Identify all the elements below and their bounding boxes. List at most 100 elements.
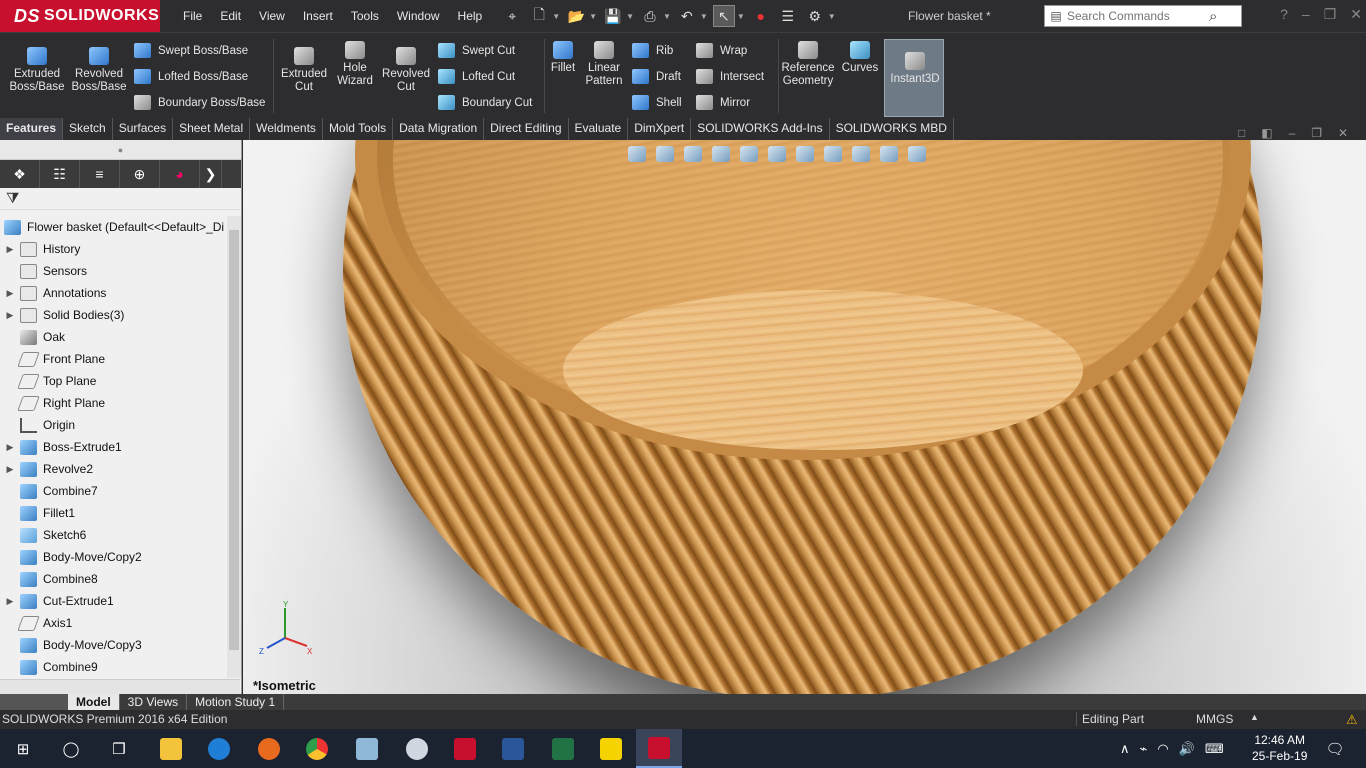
extruded-cut-button[interactable]: Extruded Cut [278,47,330,94]
restore-icon[interactable]: ❐ [1324,6,1337,23]
tree-item[interactable]: Axis1 [0,612,226,634]
filter-icon[interactable]: ⧩ [0,188,241,210]
tab-model[interactable]: Model [68,694,120,710]
apply-scene-icon[interactable] [880,146,898,162]
open-folder-icon[interactable]: 📂 [565,5,587,27]
tile-view-icon[interactable]: □ [1238,126,1245,140]
tree-root-part[interactable]: Flower basket (Default<<Default>_Di [0,216,226,238]
cortana-search-icon[interactable]: ◯ [48,729,94,768]
tree-item[interactable]: Sensors [0,260,226,282]
vertical-scrollbar[interactable] [227,216,241,678]
tree-item[interactable]: ▶ Solid Bodies(3) [0,304,226,326]
fillet-button[interactable]: Fillet [548,41,578,75]
section-view-icon[interactable] [712,146,730,162]
linear-pattern-button[interactable]: Linear Pattern [582,41,626,88]
instant3d-toggle[interactable]: Instant3D [884,39,944,117]
task-view-icon[interactable]: ❒ [96,729,142,768]
close-icon[interactable]: ✕ [1350,6,1362,23]
tab-weldments[interactable]: Weldments [250,118,323,140]
expand-arrow-icon[interactable]: ▶ [0,288,20,299]
windows-start-icon[interactable]: ⊞ [0,729,46,768]
split-view-icon[interactable]: ◧ [1261,126,1272,140]
viewport-restore-icon[interactable]: ❐ [1311,126,1322,140]
display-manager-tab-icon[interactable]: ◕ [160,160,200,188]
undo-icon[interactable]: ↶ [676,5,698,27]
hide-show-items-icon[interactable] [824,146,842,162]
tab-navigation-arrows[interactable] [0,694,68,710]
tab-motion-study[interactable]: Motion Study 1 [187,694,285,710]
tree-item[interactable]: Fillet1 [0,502,226,524]
tree-item[interactable]: ▶ Boss-Extrude1 [0,436,226,458]
tab-direct-editing[interactable]: Direct Editing [484,118,569,140]
tab-features[interactable]: Features [0,118,64,140]
chrome-icon[interactable] [294,729,340,768]
tree-item[interactable]: Right Plane [0,392,226,414]
viewport-minimize-icon[interactable]: – [1289,126,1296,140]
word-icon[interactable] [490,729,536,768]
draft-button[interactable]: Draft [632,69,681,84]
unit-system-button[interactable]: MMGS [1196,712,1233,726]
tree-item[interactable]: ▶ Annotations [0,282,226,304]
unit-menu-caret-icon[interactable]: ▲ [1250,712,1259,722]
expand-arrow-icon[interactable]: ▶ [0,464,20,475]
mirror-button[interactable]: Mirror [696,95,750,110]
curves-button[interactable]: Curves [840,41,880,75]
lofted-cut-button[interactable]: Lofted Cut [438,69,515,84]
new-document-icon[interactable]: 🗋 [528,5,550,27]
menu-edit[interactable]: Edit [211,9,250,23]
search-commands[interactable]: ▤ ⌕ [1044,5,1242,27]
search-icon[interactable]: ⌕ [1209,8,1217,25]
lofted-boss-button[interactable]: Lofted Boss/Base [134,69,248,84]
display-style-icon[interactable] [796,146,814,162]
edge-browser-icon[interactable] [196,729,242,768]
configuration-manager-tab-icon[interactable]: ≡ [80,160,120,188]
menu-insert[interactable]: Insert [294,9,342,23]
tab-sheet-metal[interactable]: Sheet Metal [173,118,251,140]
tree-item[interactable]: Body-Move/Copy2 [0,546,226,568]
help-icon[interactable]: ? [1280,6,1288,23]
volume-icon[interactable]: 🔊 [1179,741,1195,757]
menu-window[interactable]: Window [388,9,449,23]
print-icon[interactable]: ⎙ [639,5,661,27]
tab-dimxpert[interactable]: DimXpert [628,118,692,140]
hole-wizard-button[interactable]: Hole Wizard [332,41,378,88]
tree-item[interactable]: Combine9 [0,656,226,678]
network-icon[interactable]: ⌁ [1140,741,1148,757]
tab-evaluate[interactable]: Evaluate [569,118,629,140]
search-input[interactable] [1067,9,1207,23]
viewport-close-icon[interactable]: ✕ [1338,126,1348,140]
solidworks-2016-active-icon[interactable] [636,729,682,768]
options-gear-icon[interactable]: ⚙ [804,5,826,27]
firefox-icon[interactable] [246,729,292,768]
expand-arrow-icon[interactable]: ▶ [0,244,20,255]
boundary-boss-button[interactable]: Boundary Boss/Base [134,95,265,110]
swept-boss-button[interactable]: Swept Boss/Base [134,43,248,58]
edrawings-icon[interactable] [344,729,390,768]
dimxpert-manager-tab-icon[interactable]: ⊕ [120,160,160,188]
tab-data-migration[interactable]: Data Migration [393,118,485,140]
expand-arrow-icon[interactable]: ▶ [0,596,20,607]
previous-view-icon[interactable] [684,146,702,162]
property-manager-tab-icon[interactable]: ☷ [40,160,80,188]
tree-item[interactable]: Combine8 [0,568,226,590]
horizontal-scrollbar[interactable] [0,679,240,695]
reference-geometry-button[interactable]: Reference Geometry [780,41,836,88]
chevron-right-icon[interactable]: ❯ [200,160,222,188]
tree-item[interactable]: Front Plane [0,348,226,370]
tree-item[interactable]: Sketch6 [0,524,226,546]
minimize-icon[interactable]: – [1302,6,1310,23]
visualize-icon[interactable] [394,729,440,768]
menu-view[interactable]: View [250,9,294,23]
wifi-icon[interactable]: ◠ [1157,741,1168,757]
boundary-cut-button[interactable]: Boundary Cut [438,95,532,110]
shell-button[interactable]: Shell [632,95,682,110]
solidworks-2016-icon[interactable] [442,729,488,768]
menu-tools[interactable]: Tools [342,9,388,23]
intersect-button[interactable]: Intersect [696,69,764,84]
tree-item[interactable]: Oak [0,326,226,348]
tree-item[interactable]: ▶ Revolve2 [0,458,226,480]
solidworks-logo[interactable]: DS SOLIDWORKS [0,0,160,32]
media-player-icon[interactable] [588,729,634,768]
tab-3d-views[interactable]: 3D Views [120,694,188,710]
graphics-viewport[interactable]: Y X Z *Isometric [243,140,1366,695]
